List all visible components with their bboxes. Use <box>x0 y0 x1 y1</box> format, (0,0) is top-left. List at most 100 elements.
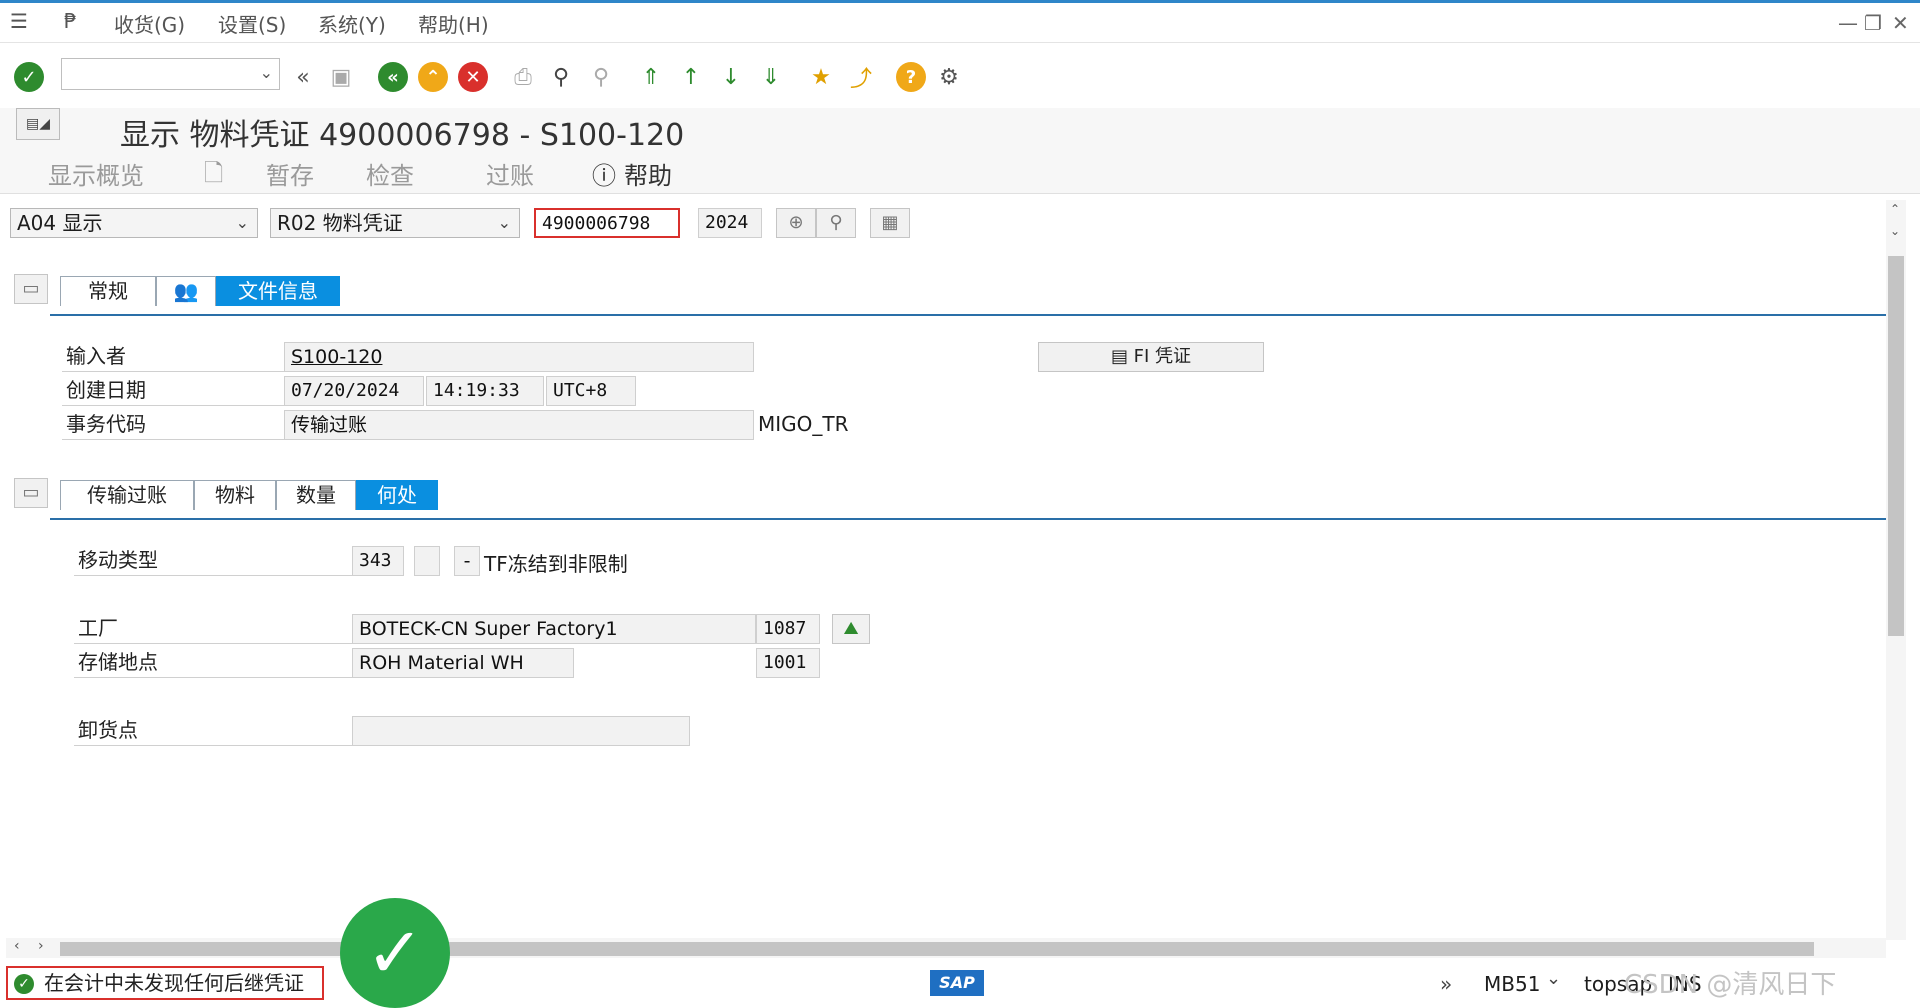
sap-logo: SAP <box>930 970 984 996</box>
vertical-scroll-thumb[interactable] <box>1888 256 1904 636</box>
unloading-point-label: 卸货点 <box>74 716 352 746</box>
status-message[interactable]: ✓ 在会计中未发现任何后继凭证 <box>6 966 324 1000</box>
create-session-icon[interactable]: ★ <box>806 62 836 92</box>
collapse-header-icon[interactable]: ▭ <box>14 274 48 304</box>
next-page-icon[interactable]: ↓ <box>716 62 746 92</box>
menu-goods-receipt[interactable]: 收货(G) <box>114 9 185 38</box>
check-button[interactable]: 检查 <box>366 156 414 191</box>
back-double-chevron-icon[interactable]: « <box>288 62 318 92</box>
status-transaction[interactable]: MB51 <box>1484 972 1540 996</box>
help-button[interactable]: 帮助 <box>624 156 672 191</box>
exit-icon[interactable]: ⌃ <box>418 62 448 92</box>
hold-button[interactable]: 暂存 <box>266 156 314 191</box>
menu-help[interactable]: 帮助(H) <box>418 9 489 38</box>
reference-value: R02 物料凭证 <box>277 211 403 235</box>
movement-type-value: 343 <box>352 546 404 576</box>
tab-underline <box>50 314 1888 316</box>
action-value: A04 显示 <box>17 211 103 235</box>
back-icon[interactable]: « <box>378 62 408 92</box>
close-window-icon[interactable]: ✕ <box>1892 11 1909 35</box>
execute-icon[interactable]: ⊕ <box>776 208 816 238</box>
storage-location-code-value: 1001 <box>756 648 820 678</box>
calculator-icon[interactable]: ▦ <box>870 208 910 238</box>
created-timezone-value: UTC+8 <box>546 376 636 406</box>
title-bar: ▤◢ 显示 物料凭证 4900006798 - S100-120 <box>0 108 1920 153</box>
header-tabstrip: 常规 👥 文件信息 <box>60 276 1894 308</box>
tab-where[interactable]: 何处 <box>356 480 438 510</box>
checkmark-icon: ✓ <box>340 898 450 1008</box>
movement-sign: - <box>454 546 480 576</box>
enter-icon[interactable]: ✓ <box>14 62 44 92</box>
tab-quantity[interactable]: 数量 <box>276 480 356 510</box>
vertical-scrollbar[interactable]: ⌃ ⌄ <box>1886 200 1906 940</box>
unloading-point-field[interactable] <box>352 716 690 746</box>
status-message-text: 在会计中未发现任何后继凭证 <box>44 971 304 995</box>
tab-underline <box>50 518 1888 520</box>
plant-name-value: BOTECK-CN Super Factory1 <box>352 614 756 644</box>
menu-system[interactable]: 系统(Y) <box>318 9 386 38</box>
partner-icon[interactable]: 👥 <box>156 276 216 306</box>
previous-page-icon[interactable]: ↑ <box>676 62 706 92</box>
scroll-right-icon[interactable]: › <box>38 938 44 954</box>
binoculars-icon[interactable]: ⚲ <box>816 208 856 238</box>
find-next-icon[interactable]: ⚲ <box>586 62 616 92</box>
tab-transfer-posting[interactable]: 传输过账 <box>60 480 194 510</box>
item-tabstrip: 传输过账 物料 数量 何处 <box>60 480 1894 512</box>
last-page-icon[interactable]: ⇓ <box>756 62 786 92</box>
cancel-icon[interactable]: ✕ <box>458 62 488 92</box>
scroll-down-icon[interactable]: ⌄ <box>1890 224 1900 238</box>
help-icon[interactable]: ? <box>896 62 926 92</box>
chevron-down-icon[interactable]: ⌄ <box>260 63 273 82</box>
plant-label: 工厂 <box>74 614 352 644</box>
entered-by-value: S100-120 <box>284 342 754 372</box>
print-icon[interactable]: ⎙ <box>508 62 538 92</box>
menu-list-icon[interactable]: ▤◢ <box>16 108 60 140</box>
movement-type-label: 移动类型 <box>74 546 352 576</box>
restore-icon[interactable]: ❐ <box>1864 11 1882 35</box>
created-date-value: 07/20/2024 <box>284 376 424 406</box>
created-date-label: 创建日期 <box>62 376 284 406</box>
info-icon[interactable]: ⓘ <box>592 156 616 191</box>
horizontal-scroll-thumb[interactable] <box>60 942 1814 956</box>
entered-by-label: 输入者 <box>62 342 284 372</box>
scroll-up-icon[interactable]: ⌃ <box>1890 202 1900 216</box>
save-icon[interactable]: ▣ <box>326 62 356 92</box>
chevron-down-icon[interactable]: ⌄ <box>1546 968 1561 989</box>
tab-material[interactable]: 物料 <box>194 480 276 510</box>
status-bar: ✓ 在会计中未发现任何后继凭证 SAP » MB51 ⌄ topsap INS … <box>0 958 1920 1008</box>
movement-type-text: TF冻结到非限制 <box>484 552 628 576</box>
plant-image-icon[interactable]: ⛰ <box>832 614 870 644</box>
first-page-icon[interactable]: ⇑ <box>636 62 666 92</box>
success-icon: ✓ <box>14 974 34 994</box>
tab-document-info[interactable]: 文件信息 <box>216 276 340 306</box>
year-field[interactable]: 2024 <box>698 208 762 238</box>
action-select[interactable]: A04 显示 ⌄ <box>10 208 258 238</box>
system-toolbar: ✓ ⌄ « ▣ « ⌃ ✕ ⎙ ⚲ ⚲ ⇑ ↑ ↓ ⇓ ★ ⤴ ? ⚙ <box>0 44 1920 108</box>
overview-button[interactable]: 显示概览 <box>48 156 144 191</box>
tab-general[interactable]: 常规 <box>60 276 156 306</box>
horizontal-scrollbar[interactable]: ‹ › <box>6 938 1886 958</box>
fi-document-label: FI 凭证 <box>1133 346 1192 367</box>
collapse-item-icon[interactable]: ▭ <box>14 478 48 508</box>
chevron-down-icon: ⌄ <box>497 213 511 232</box>
menu-settings[interactable]: 设置(S) <box>218 9 286 38</box>
double-chevron-icon[interactable]: » <box>1440 972 1452 996</box>
document-number-field[interactable]: 4900006798 <box>534 208 680 238</box>
reference-select[interactable]: R02 物料凭证 ⌄ <box>270 208 520 238</box>
created-time-value: 14:19:33 <box>426 376 544 406</box>
gear-icon[interactable]: ⚙ <box>934 62 964 92</box>
application-toolbar: 显示概览 🗋 暂存 检查 过账 ⓘ 帮助 <box>0 148 1920 194</box>
shortcut-icon[interactable]: ⤴ <box>846 62 876 92</box>
minimize-icon[interactable]: — <box>1838 11 1858 35</box>
plant-code-value: 1087 <box>756 614 820 644</box>
document-icon[interactable]: 🗋 <box>204 156 223 197</box>
storage-location-name-value: ROH Material WH <box>352 648 574 678</box>
menu-icon[interactable]: ☰ <box>10 9 28 33</box>
find-icon[interactable]: ⚲ <box>546 62 576 92</box>
post-button[interactable]: 过账 <box>486 156 534 191</box>
fi-document-button[interactable]: ▤ FI 凭证 <box>1038 342 1264 372</box>
command-field[interactable]: ⌄ <box>61 58 280 90</box>
main-content: A04 显示 ⌄ R02 物料凭证 ⌄ 4900006798 2024 ⊕ ⚲ … <box>6 200 1888 940</box>
pin-icon[interactable]: ₱ <box>64 9 77 33</box>
scroll-left-icon[interactable]: ‹ <box>14 938 20 954</box>
